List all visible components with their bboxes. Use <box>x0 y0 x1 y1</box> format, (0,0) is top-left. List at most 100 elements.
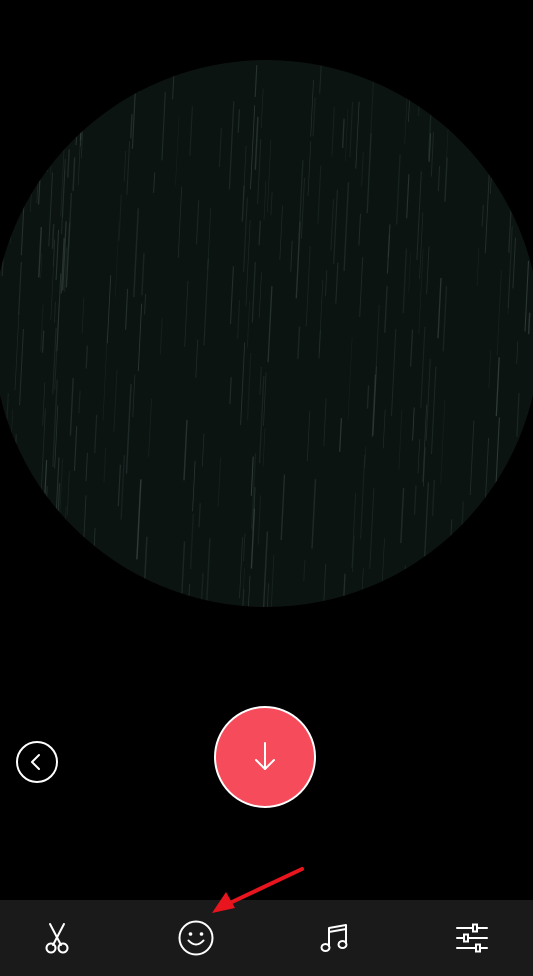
rain-streak <box>361 568 364 602</box>
rain-streak <box>448 519 453 574</box>
rain-streak <box>484 167 490 254</box>
rain-streak <box>440 399 446 484</box>
rain-streak <box>113 369 118 433</box>
rain-streak <box>319 60 322 94</box>
rain-streak <box>34 566 38 604</box>
rain-streak <box>228 101 235 190</box>
sliders-icon <box>456 923 488 953</box>
rain-streak <box>55 229 60 281</box>
rain-streak <box>516 393 520 437</box>
rain-streak <box>318 330 321 359</box>
rain-streak <box>490 124 495 194</box>
rain-streak <box>343 573 346 601</box>
rain-streak <box>118 194 122 241</box>
rain-streak <box>192 460 196 512</box>
rain-streak <box>437 277 442 339</box>
rain-streak <box>528 416 533 480</box>
rain-streak <box>311 479 317 549</box>
rain-streak <box>177 186 183 259</box>
rain-streak <box>243 533 246 562</box>
rain-streak <box>521 527 524 548</box>
rain-streak <box>290 240 293 272</box>
rain-streak <box>262 427 266 467</box>
rain-streak <box>254 116 259 170</box>
rain-streak <box>430 132 434 177</box>
rain-streak <box>456 76 459 100</box>
rain-streak <box>408 73 412 123</box>
rain-streak <box>361 152 364 187</box>
bottom-toolbar <box>0 900 533 976</box>
rain-streak <box>42 486 48 571</box>
rain-streak <box>427 560 431 607</box>
rain-streak <box>355 101 360 169</box>
rain-streak <box>189 514 194 570</box>
rain-streak <box>198 503 201 528</box>
rain-streak <box>404 96 408 145</box>
rain-streak <box>138 60 141 93</box>
rain-streak <box>43 586 46 607</box>
rain-streak <box>495 417 500 491</box>
rain-streak <box>254 65 258 97</box>
rain-streak <box>58 65 64 143</box>
adjust-tool-button[interactable] <box>442 900 502 976</box>
rain-streak <box>53 301 56 323</box>
rain-streak <box>114 221 120 298</box>
rain-streak <box>245 219 251 307</box>
rain-streak <box>270 191 273 216</box>
rain-streak <box>420 326 426 409</box>
rain-streak <box>266 140 272 213</box>
rain-streak <box>409 329 414 367</box>
rain-streak <box>79 61 86 141</box>
rain-streak <box>125 288 129 330</box>
rain-streak <box>9 165 15 244</box>
rain-streak <box>416 562 419 589</box>
rain-streak <box>416 171 422 261</box>
rain-streak <box>159 318 163 355</box>
rain-streak <box>400 487 405 544</box>
back-button[interactable] <box>16 741 58 783</box>
rain-streak <box>516 496 522 583</box>
rain-streak <box>203 258 209 346</box>
rain-streak <box>161 91 166 161</box>
rain-streak <box>20 200 25 256</box>
rain-streak <box>487 497 490 523</box>
rain-streak <box>446 85 451 159</box>
rain-streak <box>443 598 445 607</box>
music-note-icon <box>320 924 348 952</box>
sticker-tool-button[interactable] <box>166 900 226 976</box>
rain-streak <box>250 105 256 190</box>
rain-streak <box>20 545 25 607</box>
rain-streak <box>67 192 73 249</box>
rain-streak <box>343 182 350 272</box>
rain-streak <box>437 166 441 192</box>
trim-tool-button[interactable] <box>27 900 87 976</box>
rain-streak <box>391 329 397 416</box>
rain-streak <box>422 404 427 483</box>
rain-streak <box>464 543 469 607</box>
rain-streak <box>58 561 62 607</box>
rain-streak <box>312 97 316 137</box>
rain-streak <box>520 548 524 585</box>
download-button[interactable] <box>214 706 316 808</box>
rain-streak <box>201 433 205 467</box>
rain-streak <box>484 437 490 519</box>
rain-streak <box>476 248 480 286</box>
rain-streak <box>106 275 112 344</box>
rain-streak <box>187 583 191 607</box>
music-tool-button[interactable] <box>304 900 364 976</box>
rain-streak <box>442 286 448 352</box>
rain-streak <box>259 366 262 395</box>
rain-streak <box>56 273 62 352</box>
rain-streak <box>102 334 108 421</box>
rain-streak <box>413 485 417 515</box>
rain-streak <box>218 127 222 168</box>
rain-streak <box>136 479 142 560</box>
rain-streak <box>382 409 386 449</box>
rain-streak <box>78 390 81 414</box>
rain-streak <box>331 107 335 156</box>
rain-streak <box>502 503 508 578</box>
rain-streak <box>229 266 234 325</box>
rain-streak <box>241 185 245 222</box>
rain-streak <box>307 141 312 196</box>
rain-streak <box>51 224 55 249</box>
